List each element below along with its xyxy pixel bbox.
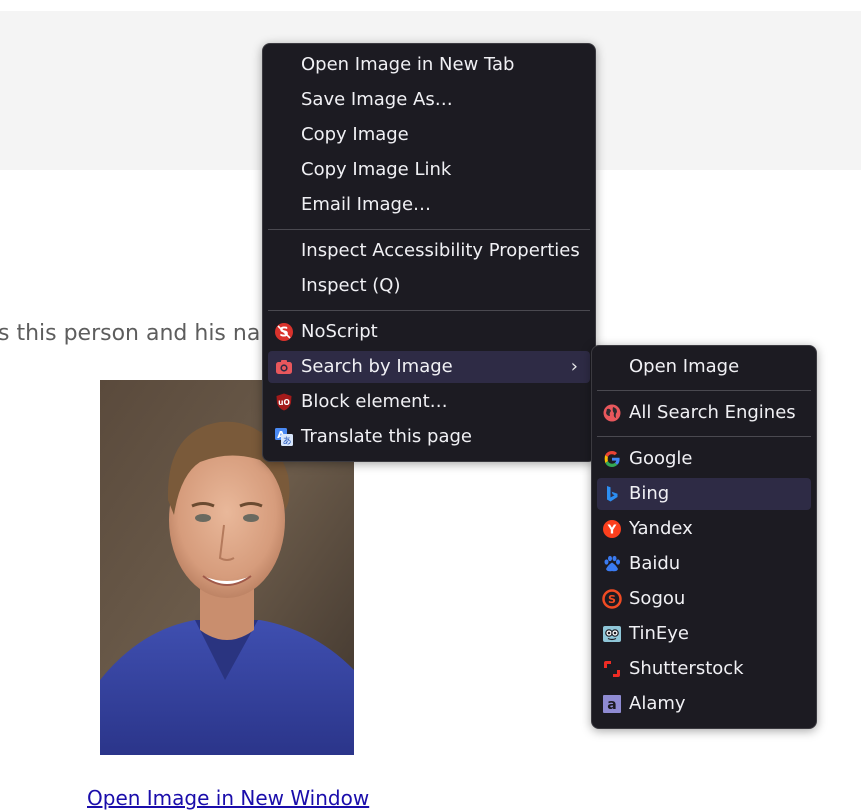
- submenu-item-yandex[interactable]: Y Yandex: [597, 513, 811, 545]
- submenu-item-baidu[interactable]: Baidu: [597, 548, 811, 580]
- submenu-item-label: Alamy: [629, 693, 686, 714]
- menu-item-block-element[interactable]: uO Block element…: [268, 386, 590, 418]
- image-context-menu: Open Image in New Tab Save Image As… Cop…: [262, 43, 596, 462]
- submenu-item-open-image[interactable]: Open Image: [597, 351, 811, 383]
- submenu-item-label: Baidu: [629, 553, 681, 574]
- menu-item-label: Search by Image: [301, 356, 453, 377]
- menu-item-label: Copy Image: [301, 124, 409, 145]
- menu-item-label: Open Image in New Tab: [301, 54, 515, 75]
- submenu-item-google[interactable]: Google: [597, 443, 811, 475]
- menu-item-label: NoScript: [301, 321, 378, 342]
- menu-item-translate-page[interactable]: Aあ Translate this page: [268, 421, 590, 453]
- svg-text:Y: Y: [607, 523, 617, 537]
- chevron-right-icon: ›: [570, 356, 578, 377]
- menu-item-label: Save Image As…: [301, 89, 453, 110]
- menu-item-inspect-accessibility[interactable]: Inspect Accessibility Properties: [268, 235, 590, 267]
- alamy-icon: a: [602, 694, 622, 714]
- menu-item-open-image-new-tab[interactable]: Open Image in New Tab: [268, 49, 590, 81]
- search-by-image-submenu: Open Image All Search Engines Google Bin…: [591, 345, 817, 729]
- translate-icon: Aあ: [274, 427, 294, 447]
- menu-item-label: Copy Image Link: [301, 159, 452, 180]
- menu-item-inspect[interactable]: Inspect (Q): [268, 270, 590, 302]
- menu-item-search-by-image[interactable]: Search by Image ›: [268, 351, 590, 383]
- submenu-item-bing[interactable]: Bing: [597, 478, 811, 510]
- bing-icon: [602, 484, 622, 504]
- menu-separator: [597, 390, 811, 391]
- ublock-icon: uO: [274, 392, 294, 412]
- camera-icon: [274, 357, 294, 377]
- tineye-icon: [602, 624, 622, 644]
- menu-item-label: Translate this page: [301, 426, 472, 447]
- menu-item-noscript[interactable]: S NoScript: [268, 316, 590, 348]
- submenu-item-label: All Search Engines: [629, 402, 796, 423]
- submenu-item-label: Bing: [629, 483, 670, 504]
- globe-icon: [602, 403, 622, 423]
- menu-separator: [268, 310, 590, 311]
- page-question-text: s this person and his na: [0, 321, 261, 346]
- submenu-item-shutterstock[interactable]: Shutterstock: [597, 653, 811, 685]
- menu-separator: [268, 229, 590, 230]
- svg-text:uO: uO: [278, 398, 290, 407]
- shutterstock-icon: [602, 659, 622, 679]
- google-icon: [602, 449, 622, 469]
- menu-item-email-image[interactable]: Email Image…: [268, 189, 590, 221]
- menu-item-copy-image[interactable]: Copy Image: [268, 119, 590, 151]
- menu-item-label: Inspect Accessibility Properties: [301, 240, 580, 261]
- sogou-icon: S: [602, 589, 622, 609]
- submenu-item-label: TinEye: [629, 623, 689, 644]
- submenu-item-all-search-engines[interactable]: All Search Engines: [597, 397, 811, 429]
- submenu-item-label: Shutterstock: [629, 658, 744, 679]
- submenu-item-label: Yandex: [629, 518, 693, 539]
- svg-text:あ: あ: [282, 436, 291, 447]
- menu-separator: [597, 436, 811, 437]
- menu-item-copy-image-link[interactable]: Copy Image Link: [268, 154, 590, 186]
- menu-item-label: Inspect (Q): [301, 275, 401, 296]
- svg-text:a: a: [607, 697, 616, 713]
- submenu-item-sogou[interactable]: S Sogou: [597, 583, 811, 615]
- yandex-icon: Y: [602, 519, 622, 539]
- menu-item-label: Block element…: [301, 391, 448, 412]
- submenu-item-label: Open Image: [629, 356, 740, 377]
- baidu-icon: [602, 554, 622, 574]
- menu-item-label: Email Image…: [301, 194, 432, 215]
- svg-text:S: S: [608, 593, 616, 606]
- open-image-new-window-link[interactable]: Open Image in New Window: [87, 786, 369, 810]
- noscript-icon: S: [274, 322, 294, 342]
- submenu-item-tineye[interactable]: TinEye: [597, 618, 811, 650]
- menu-item-save-image-as[interactable]: Save Image As…: [268, 84, 590, 116]
- submenu-item-label: Google: [629, 448, 693, 469]
- submenu-item-label: Sogou: [629, 588, 686, 609]
- submenu-item-alamy[interactable]: a Alamy: [597, 688, 811, 720]
